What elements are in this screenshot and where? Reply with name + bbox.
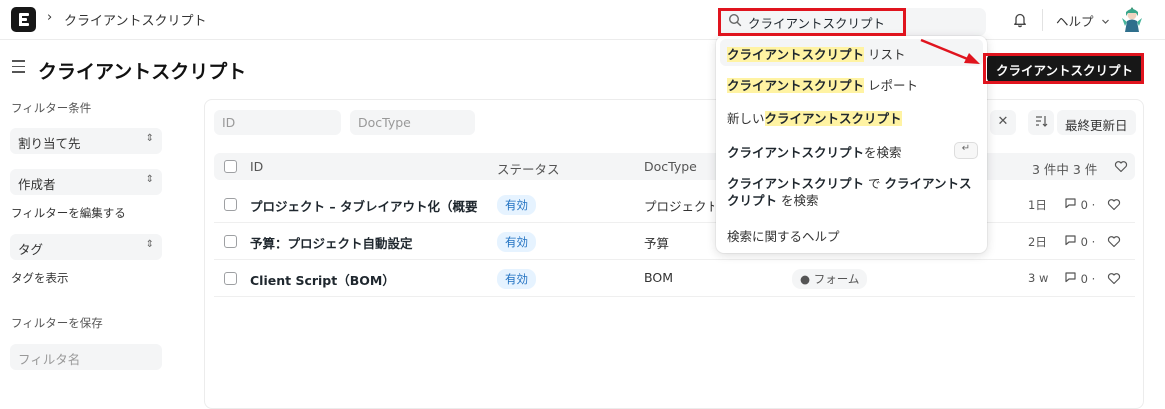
dropdown-item-search-in[interactable]: クライアントスクリプト で クライアントスクリプト を検索 bbox=[720, 175, 975, 209]
comment-count: 0 · bbox=[1064, 271, 1095, 286]
column-status[interactable]: ステータス bbox=[497, 159, 560, 178]
navbar-divider bbox=[1042, 9, 1043, 31]
search-term: クライアントスクリプト bbox=[727, 145, 865, 160]
item-prefix: 新しい bbox=[727, 111, 765, 126]
tags-select[interactable]: タグ ⇕ bbox=[10, 234, 162, 260]
enter-key-icon: ↵ bbox=[954, 142, 978, 159]
table-row[interactable]: Client Script（BOM） 有効 BOM ● フォーム 3 w 0 · bbox=[214, 260, 1135, 297]
show-tags-link[interactable]: タグを表示 bbox=[11, 270, 69, 286]
chevron-down-icon bbox=[1101, 19, 1109, 24]
assigned-to-label: 割り当て先 bbox=[18, 136, 81, 151]
comment-count: 0 · bbox=[1064, 234, 1095, 249]
dropdown-item-new[interactable]: 新しいクライアントスクリプト bbox=[720, 108, 983, 127]
row-checkbox[interactable] bbox=[224, 235, 237, 248]
item-connector: で bbox=[864, 176, 885, 191]
id-filter-input[interactable]: ID bbox=[214, 110, 341, 135]
comment-count: 0 · bbox=[1064, 197, 1095, 212]
row-checkbox[interactable] bbox=[224, 198, 237, 211]
status-badge: 有効 bbox=[497, 269, 536, 289]
breadcrumb-separator-icon: › bbox=[47, 10, 53, 25]
row-id[interactable]: Client Script（BOM） bbox=[250, 270, 485, 289]
row-modified: 1日 bbox=[1028, 198, 1047, 212]
updown-caret-icon: ⇕ bbox=[145, 239, 154, 250]
breadcrumb[interactable]: クライアントスクリプト bbox=[64, 10, 206, 29]
heart-icon[interactable] bbox=[1107, 198, 1121, 211]
tags-label: タグ bbox=[18, 242, 44, 257]
dropdown-item-help[interactable]: 検索に関するヘルプ bbox=[720, 226, 983, 245]
updown-caret-icon: ⇕ bbox=[145, 174, 154, 185]
navbar: › クライアントスクリプト ヘルプ bbox=[0, 0, 1165, 40]
comment-count-value: 0 bbox=[1080, 198, 1088, 212]
user-avatar[interactable] bbox=[1118, 4, 1146, 34]
select-all-checkbox[interactable] bbox=[224, 160, 237, 173]
created-by-select[interactable]: 作成者 ⇕ bbox=[10, 169, 162, 195]
item-suffix: を検索 bbox=[864, 145, 902, 160]
row-id[interactable]: プロジェクト – タブレイアウト化（概要 bbox=[250, 196, 485, 215]
row-doctype: BOM bbox=[644, 270, 673, 285]
created-by-label: 作成者 bbox=[18, 177, 56, 192]
row-tag: ● フォーム bbox=[792, 269, 868, 289]
dropdown-item-list[interactable]: クライアントスクリプト リスト bbox=[720, 39, 983, 66]
save-filter-heading: フィルターを保存 bbox=[11, 316, 103, 330]
assigned-to-select[interactable]: 割り当て先 ⇕ bbox=[10, 128, 162, 154]
table-row[interactable]: プロジェクト – タブレイアウト化（概要 有効 プロジェクト 1日 0 · bbox=[214, 186, 1135, 223]
row-doctype: プロジェクト bbox=[644, 199, 714, 214]
comment-count-value: 0 bbox=[1080, 272, 1088, 286]
status-badge: 有効 bbox=[497, 232, 536, 252]
item-suffix: を検索 bbox=[777, 193, 819, 208]
match-highlight: クライアントスクリプト bbox=[727, 47, 865, 62]
sidebar-toggle-icon[interactable] bbox=[12, 60, 25, 77]
sort-field-button[interactable]: 最終更新日 bbox=[1057, 110, 1136, 135]
comment-icon bbox=[1065, 198, 1076, 209]
record-count: 3 件中 3 件 bbox=[1032, 162, 1098, 177]
row-doctype: 予算 bbox=[644, 236, 670, 251]
comment-count-value: 0 bbox=[1080, 235, 1088, 249]
heart-icon[interactable] bbox=[1107, 235, 1121, 248]
match-highlight: クライアントスクリプト bbox=[727, 78, 865, 93]
edit-filters-link[interactable]: フィルターを編集する bbox=[11, 205, 126, 221]
page-title: クライアントスクリプト bbox=[38, 61, 247, 83]
row-checkbox[interactable] bbox=[224, 272, 237, 285]
row-id[interactable]: 予算：プロジェクト自動設定 bbox=[250, 233, 485, 252]
table-row[interactable]: 予算：プロジェクト自動設定 有効 予算 2日 0 · bbox=[214, 223, 1135, 260]
filter-name-input[interactable]: フィルタ名 bbox=[10, 344, 162, 370]
status-badge: 有効 bbox=[497, 195, 536, 215]
new-client-script-button[interactable]: クライアントスクリプト bbox=[987, 55, 1142, 82]
heart-icon[interactable] bbox=[1107, 272, 1121, 285]
clear-filter-icon[interactable]: ✕ bbox=[990, 110, 1016, 135]
item-suffix: レポート bbox=[864, 78, 918, 93]
row-modified: 3 w bbox=[1028, 271, 1049, 285]
search-dropdown: クライアントスクリプト リスト クライアントスクリプト レポート 新しいクライア… bbox=[716, 36, 987, 253]
search-bar[interactable] bbox=[718, 8, 986, 36]
item-suffix: リスト bbox=[864, 47, 906, 62]
dropdown-item-report[interactable]: クライアントスクリプト レポート bbox=[720, 75, 983, 94]
match-highlight: クライアントスクリプト bbox=[764, 111, 902, 126]
search-icon bbox=[728, 13, 742, 27]
app-logo-icon[interactable] bbox=[11, 7, 36, 32]
filter-heading: フィルター条件 bbox=[11, 101, 92, 115]
sort-order-icon[interactable] bbox=[1028, 110, 1054, 135]
list-header: ID ステータス DocType 3 件中 3 件 bbox=[214, 153, 1135, 180]
dropdown-item-search[interactable]: クライアントスクリプトを検索 ↵ bbox=[720, 142, 983, 160]
help-menu[interactable]: ヘルプ bbox=[1056, 11, 1110, 30]
notification-bell-icon[interactable] bbox=[1012, 11, 1028, 28]
list-panel: ID DocType ✕ 最終更新日 ID ステータス DocType 3 件中… bbox=[204, 99, 1144, 409]
search-term: クライアントスクリプト bbox=[727, 176, 865, 191]
help-label: ヘルプ bbox=[1056, 14, 1094, 29]
updown-caret-icon: ⇕ bbox=[145, 133, 154, 144]
row-tag-label: フォーム bbox=[813, 272, 860, 286]
column-id[interactable]: ID bbox=[250, 159, 263, 174]
search-input[interactable] bbox=[748, 11, 978, 33]
row-modified: 2日 bbox=[1028, 235, 1047, 249]
heart-icon[interactable] bbox=[1114, 160, 1128, 173]
column-doctype[interactable]: DocType bbox=[644, 159, 697, 174]
comment-icon bbox=[1065, 272, 1076, 283]
doctype-filter-input[interactable]: DocType bbox=[350, 110, 475, 135]
comment-icon bbox=[1065, 235, 1076, 246]
